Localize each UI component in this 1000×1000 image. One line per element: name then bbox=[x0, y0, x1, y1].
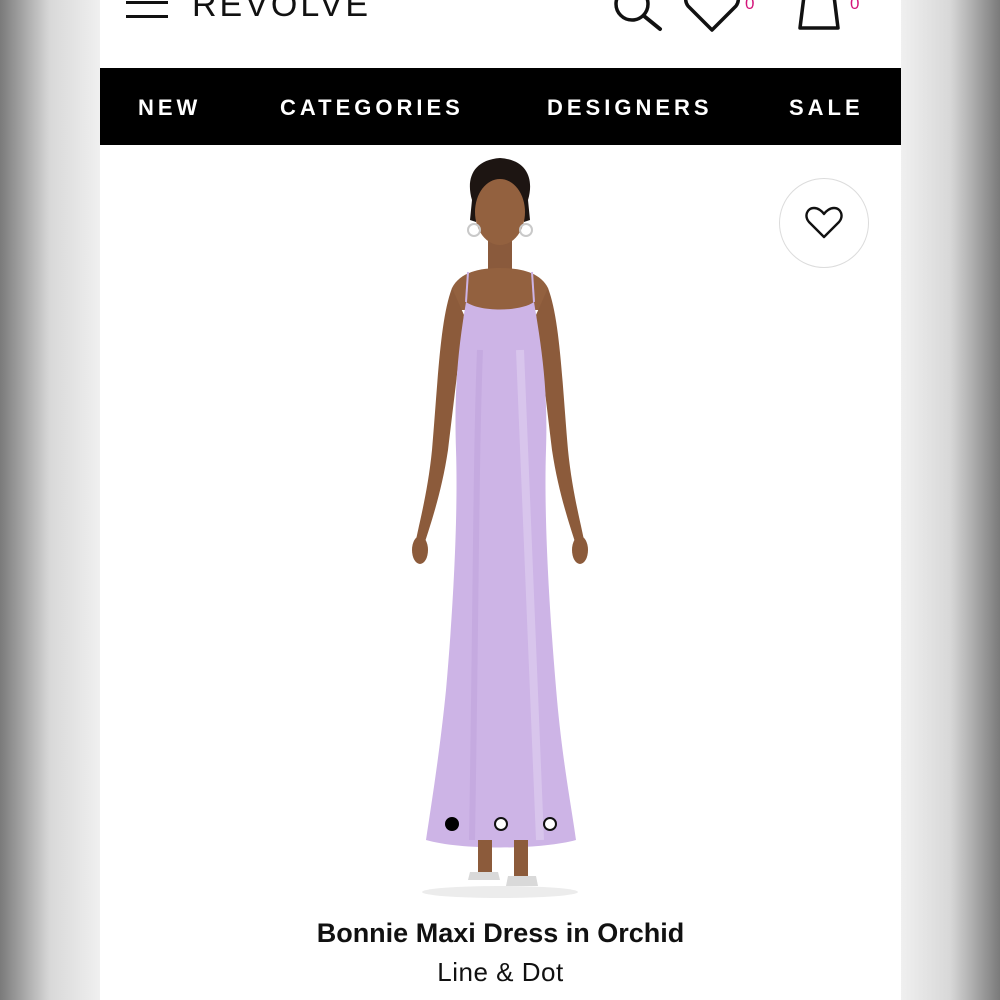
search-icon[interactable] bbox=[608, 0, 668, 38]
app-screen: REVOLVE 0 0 NEW CATEGORIES DESIGNERS SAL… bbox=[100, 0, 901, 1000]
nav-item-sale[interactable]: SALE bbox=[789, 95, 864, 121]
hamburger-menu-icon[interactable] bbox=[126, 0, 168, 22]
gallery-dot-2[interactable] bbox=[494, 817, 508, 831]
product-brand[interactable]: Line & Dot bbox=[100, 957, 901, 988]
nav-item-new[interactable]: NEW bbox=[138, 95, 201, 121]
bag-count-badge: 0 bbox=[850, 0, 860, 13]
nav-item-designers[interactable]: DESIGNERS bbox=[547, 95, 713, 121]
nav-item-categories[interactable]: CATEGORIES bbox=[280, 95, 464, 121]
shopping-bag-icon[interactable] bbox=[790, 0, 850, 38]
gallery-dot-1[interactable] bbox=[445, 817, 459, 831]
add-to-wishlist-button[interactable] bbox=[779, 178, 869, 268]
product-image-gallery[interactable] bbox=[100, 145, 901, 915]
brand-logo[interactable]: REVOLVE bbox=[192, 0, 371, 25]
wishlist-count-badge: 0 bbox=[745, 0, 755, 13]
product-name[interactable]: Bonnie Maxi Dress in Orchid bbox=[100, 918, 901, 949]
gallery-dot-3[interactable] bbox=[543, 817, 557, 831]
category-nav-bar: NEW CATEGORIES DESIGNERS SALE bbox=[100, 68, 901, 145]
top-header: REVOLVE 0 0 bbox=[100, 0, 901, 68]
wishlist-heart-icon[interactable] bbox=[682, 0, 742, 36]
heart-outline-icon bbox=[805, 206, 843, 239]
product-photo-model-in-dress bbox=[412, 158, 588, 898]
gallery-pagination-dots bbox=[443, 815, 573, 833]
